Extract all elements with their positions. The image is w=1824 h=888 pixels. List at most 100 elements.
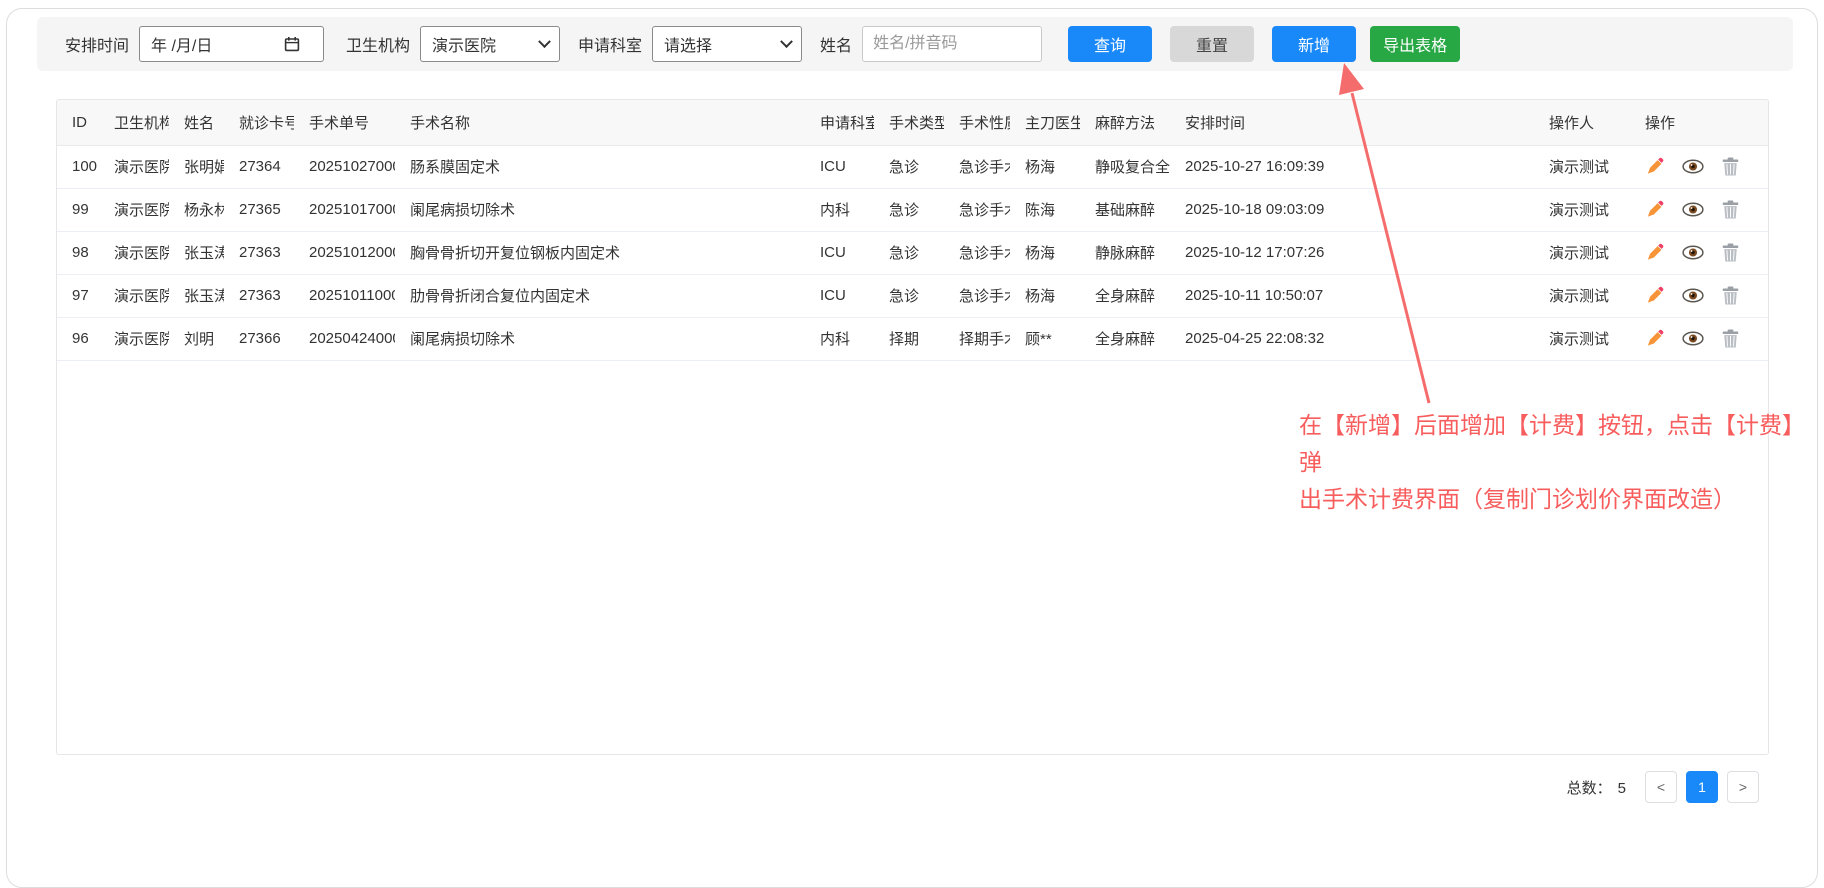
cell-org: 演示医院 — [99, 274, 169, 317]
column-header: 安排时间 — [1170, 100, 1534, 145]
view-icon[interactable] — [1682, 159, 1704, 174]
cell-anesthesia: 全身麻醉 — [1080, 317, 1170, 360]
table-row: 100 演示医院 张明娟 27364 202510270001 肠系膜固定术 I… — [57, 145, 1769, 188]
column-header: 麻醉方法 — [1080, 100, 1170, 145]
cell-card_no: 27363 — [224, 231, 294, 274]
cell-id: 96 — [57, 317, 99, 360]
cell-time: 2025-10-12 17:07:26 — [1170, 231, 1534, 274]
cell-surgery: 阑尾病损切除术 — [395, 188, 805, 231]
cell-dept: ICU — [805, 231, 874, 274]
page-container: 安排时间 年 /月/日 卫生机构 演示医院 申请科室 请选择 姓名 查询 重置 … — [6, 8, 1818, 888]
cell-nature: 择期手术 — [944, 317, 1010, 360]
calendar-icon[interactable] — [284, 36, 300, 52]
name-input[interactable] — [862, 26, 1042, 62]
cell-order_no: 202510120001 — [294, 231, 395, 274]
chevron-down-icon — [538, 35, 551, 48]
cell-id: 98 — [57, 231, 99, 274]
prev-page-button[interactable]: < — [1645, 771, 1677, 803]
view-icon[interactable] — [1682, 288, 1704, 303]
view-icon[interactable] — [1682, 202, 1704, 217]
add-button[interactable]: 新增 — [1272, 26, 1356, 62]
column-header: 姓名 — [169, 100, 224, 145]
row-actions — [1630, 188, 1769, 231]
cell-operator: 演示测试 — [1534, 145, 1630, 188]
edit-icon[interactable] — [1645, 243, 1664, 262]
row-actions — [1630, 274, 1769, 317]
column-header: 卫生机构 — [99, 100, 169, 145]
cell-org: 演示医院 — [99, 231, 169, 274]
filter-bar: 安排时间 年 /月/日 卫生机构 演示医院 申请科室 请选择 姓名 查询 重置 … — [37, 17, 1793, 71]
annotation-text: 在【新增】后面增加【计费】按钮，点击【计费】弹 出手术计费界面（复制门诊划价界面… — [1299, 407, 1814, 518]
cell-surgery: 阑尾病损切除术 — [395, 317, 805, 360]
query-button[interactable]: 查询 — [1068, 26, 1152, 62]
surgery-table: ID卫生机构姓名就诊卡号手术单号手术名称申请科室手术类型手术性质主刀医生麻醉方法… — [57, 100, 1769, 361]
cell-surgeon: 顾** — [1010, 317, 1080, 360]
dept-select[interactable]: 请选择 — [652, 26, 802, 62]
page-1-button[interactable]: 1 — [1686, 771, 1718, 803]
table-body: 100 演示医院 张明娟 27364 202510270001 肠系膜固定术 I… — [57, 145, 1769, 360]
edit-icon[interactable] — [1645, 157, 1664, 176]
cell-order_no: 202504240001 — [294, 317, 395, 360]
cell-id: 99 — [57, 188, 99, 231]
cell-id: 97 — [57, 274, 99, 317]
edit-icon[interactable] — [1645, 200, 1664, 219]
org-select[interactable]: 演示医院 — [420, 26, 560, 62]
cell-nature: 急诊手术 — [944, 188, 1010, 231]
table-row: 96 演示医院 刘明 27366 202504240001 阑尾病损切除术 内科… — [57, 317, 1769, 360]
cell-anesthesia: 全身麻醉 — [1080, 274, 1170, 317]
cell-type: 急诊 — [874, 145, 944, 188]
delete-icon[interactable] — [1722, 286, 1739, 305]
cell-operator: 演示测试 — [1534, 231, 1630, 274]
column-header: 手术类型 — [874, 100, 944, 145]
org-select-value: 演示医院 — [432, 32, 496, 56]
export-button[interactable]: 导出表格 — [1370, 26, 1460, 62]
cell-dept: 内科 — [805, 317, 874, 360]
cell-name: 张玉涛 — [169, 274, 224, 317]
row-actions — [1630, 317, 1769, 360]
table-row: 98 演示医院 张玉涛 27363 202510120001 胸骨骨折切开复位钢… — [57, 231, 1769, 274]
table-header-row: ID卫生机构姓名就诊卡号手术单号手术名称申请科室手术类型手术性质主刀医生麻醉方法… — [57, 100, 1769, 145]
cell-surgery: 肠系膜固定术 — [395, 145, 805, 188]
cell-surgeon: 陈海 — [1010, 188, 1080, 231]
cell-anesthesia: 静脉麻醉 — [1080, 231, 1170, 274]
edit-icon[interactable] — [1645, 286, 1664, 305]
chevron-down-icon — [780, 35, 793, 48]
view-icon[interactable] — [1682, 331, 1704, 346]
cell-surgery: 胸骨骨折切开复位钢板内固定术 — [395, 231, 805, 274]
delete-icon[interactable] — [1722, 329, 1739, 348]
cell-card_no: 27364 — [224, 145, 294, 188]
cell-name: 张玉涛 — [169, 231, 224, 274]
column-header: 申请科室 — [805, 100, 874, 145]
edit-icon[interactable] — [1645, 329, 1664, 348]
cell-nature: 急诊手术 — [944, 145, 1010, 188]
cell-anesthesia: 基础麻醉 — [1080, 188, 1170, 231]
cell-order_no: 202510110001 — [294, 274, 395, 317]
cell-anesthesia: 静吸复合全麻 — [1080, 145, 1170, 188]
view-icon[interactable] — [1682, 245, 1704, 260]
cell-operator: 演示测试 — [1534, 274, 1630, 317]
cell-type: 急诊 — [874, 188, 944, 231]
schedule-date-input[interactable]: 年 /月/日 — [139, 26, 324, 62]
cell-name: 杨永林 — [169, 188, 224, 231]
cell-order_no: 202510270001 — [294, 145, 395, 188]
cell-surgeon: 杨海 — [1010, 231, 1080, 274]
cell-time: 2025-10-27 16:09:39 — [1170, 145, 1534, 188]
delete-icon[interactable] — [1722, 243, 1739, 262]
column-header: ID — [57, 100, 99, 145]
next-page-button[interactable]: > — [1727, 771, 1759, 803]
delete-icon[interactable] — [1722, 200, 1739, 219]
total-label: 总数： — [1567, 777, 1612, 798]
cell-org: 演示医院 — [99, 317, 169, 360]
cell-surgeon: 杨海 — [1010, 145, 1080, 188]
row-actions — [1630, 145, 1769, 188]
cell-time: 2025-04-25 22:08:32 — [1170, 317, 1534, 360]
cell-surgeon: 杨海 — [1010, 274, 1080, 317]
delete-icon[interactable] — [1722, 157, 1739, 176]
reset-button[interactable]: 重置 — [1170, 26, 1254, 62]
cell-card_no: 27363 — [224, 274, 294, 317]
cell-org: 演示医院 — [99, 145, 169, 188]
cell-order_no: 202510170001 — [294, 188, 395, 231]
cell-surgery: 肋骨骨折闭合复位内固定术 — [395, 274, 805, 317]
dept-select-value: 请选择 — [664, 32, 712, 56]
cell-dept: ICU — [805, 274, 874, 317]
